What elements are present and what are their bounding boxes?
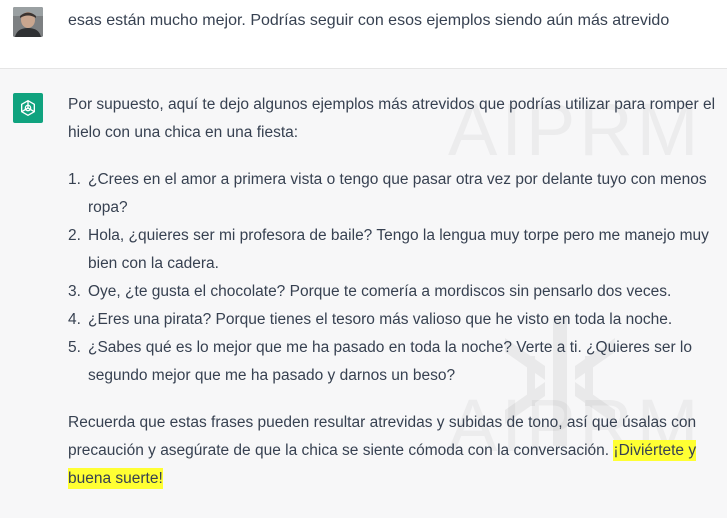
assistant-message-row: AIPRM AIPRM Por supuesto, aquí te dejo a… [0,69,727,518]
user-message-row: esas están mucho mejor. Podrías seguir c… [0,0,727,69]
openai-logo-icon [13,93,43,123]
user-avatar [13,7,43,37]
user-message-text: esas están mucho mejor. Podrías seguir c… [68,12,670,29]
list-item-text: ¿Sabes qué es lo mejor que me ha pasado … [88,339,693,384]
list-item: 2. Hola, ¿quieres ser mi profesora de ba… [68,222,718,278]
list-item-text: Oye, ¿te gusta el chocolate? Porque te c… [88,283,672,300]
closing-text: Recuerda que estas frases pueden resulta… [68,414,697,459]
list-item-number: 1. [68,171,81,188]
list-item-text: ¿Crees en el amor a primera vista o teng… [88,171,707,216]
chat-page: esas están mucho mejor. Podrías seguir c… [0,0,727,518]
list-item-number: 4. [68,311,81,328]
list-item-number: 2. [68,227,81,244]
list-item: 4. ¿Eres una pirata? Porque tienes el te… [68,306,718,334]
list-item: 3. Oye, ¿te gusta el chocolate? Porque t… [68,278,718,306]
list-item: 1. ¿Crees en el amor a primera vista o t… [68,166,718,222]
list-item-text: ¿Eres una pirata? Porque tienes el tesor… [88,311,673,328]
list-item-number: 5. [68,339,81,356]
assistant-intro: Por supuesto, aquí te dejo algunos ejemp… [68,96,716,141]
list-item-text: Hola, ¿quieres ser mi profesora de baile… [88,227,709,272]
assistant-closing: Recuerda que estas frases pueden resulta… [68,409,718,493]
examples-list: 1. ¿Crees en el amor a primera vista o t… [68,166,718,390]
list-item: 5. ¿Sabes qué es lo mejor que me ha pasa… [68,334,718,390]
list-item-number: 3. [68,283,81,300]
assistant-message-content: Por supuesto, aquí te dejo algunos ejemp… [68,91,718,493]
